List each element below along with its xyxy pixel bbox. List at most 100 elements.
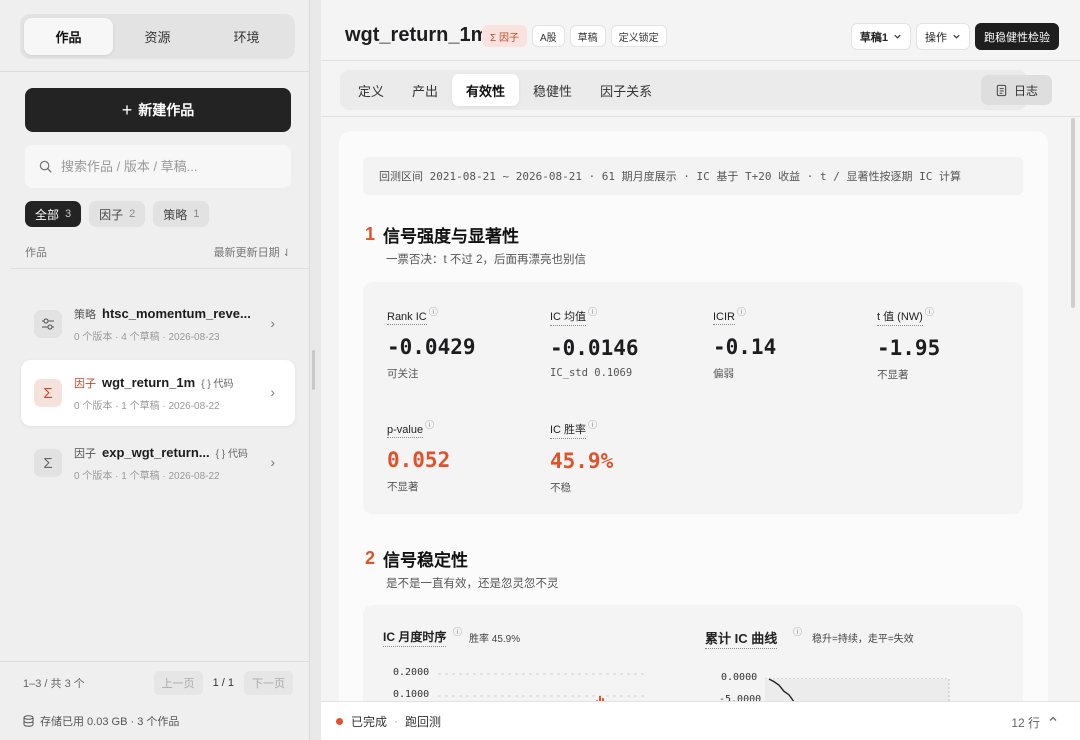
status-state: 已完成 <box>351 714 388 729</box>
metric-label: p-value <box>387 424 424 438</box>
item-name: wgt_return_1m <box>102 375 196 390</box>
metric-label: IC 均值 <box>550 308 587 326</box>
segment-resources[interactable]: 资源 <box>113 18 202 55</box>
tab-effectiveness[interactable]: 有效性 <box>452 74 520 106</box>
info-icon[interactable]: ⓘ <box>429 307 438 317</box>
metric-value: 45.9% <box>550 449 614 473</box>
segment-environment[interactable]: 环境 <box>202 18 291 55</box>
operations-label: 操作 <box>925 31 947 44</box>
chevron-right-icon: › <box>270 315 275 331</box>
header-actions: 草稿1 操作 跑稳健性检验 <box>850 23 1059 50</box>
section-heading: 1 信号强度与显著性 <box>365 222 519 247</box>
section-subtitle: 一票否决：t 不过 2，后面再漂亮也别信 <box>386 254 586 266</box>
info-icon[interactable]: ⓘ <box>737 307 746 317</box>
page-title: wgt_return_1m <box>345 24 489 46</box>
tab-definition[interactable]: 定义 <box>344 74 398 106</box>
scrollbar[interactable] <box>1071 118 1075 308</box>
info-icon[interactable]: ⓘ <box>925 307 934 317</box>
list-header: 作品 最新更新日期 ⇃ <box>25 244 291 260</box>
metric-icir: ICIR ⓘ -0.14 偏弱 <box>713 305 863 381</box>
section-title: 信号强度与显著性 <box>383 227 520 246</box>
chevron-down-icon <box>953 34 960 39</box>
draft-select-label: 草稿1 <box>859 31 888 44</box>
storage-info: 存储已用 0.03 GB · 3 个作品 <box>23 713 179 729</box>
search-input[interactable] <box>61 159 261 174</box>
backtest-note: 回测区间 2021-08-21 ~ 2026-08-21 · 61 期月度展示 … <box>363 157 1023 195</box>
metric-value: 0.052 <box>387 448 451 472</box>
range-band <box>765 679 949 701</box>
chart-title: IC 月度时序 <box>383 628 447 647</box>
info-icon[interactable]: ⓘ <box>588 307 597 317</box>
new-work-button[interactable]: + 新建作品 <box>25 88 291 132</box>
section-number: 2 <box>365 548 376 568</box>
row-count[interactable]: 12 行 <box>1011 714 1058 731</box>
metric-value: -0.0429 <box>387 335 476 359</box>
plus-icon: + <box>121 100 133 120</box>
resize-handle[interactable] <box>312 350 315 390</box>
filter-strategy[interactable]: 策略 1 <box>153 201 210 227</box>
status-dot <box>336 717 343 725</box>
segment-works[interactable]: 作品 <box>24 18 113 55</box>
info-icon[interactable]: ⓘ <box>588 420 597 430</box>
operations-menu[interactable]: 操作 <box>916 23 970 50</box>
tab-robustness[interactable]: 稳健性 <box>519 74 586 106</box>
chevron-down-icon <box>894 34 901 39</box>
sigma-icon: Σ <box>34 379 62 407</box>
next-page-button[interactable]: 下一页 <box>244 671 293 695</box>
chevron-up-icon <box>1049 716 1057 721</box>
tab-output[interactable]: 产出 <box>398 74 452 106</box>
log-button[interactable]: 日志 <box>981 75 1053 105</box>
page-current: 1 / 1 <box>213 677 234 689</box>
section-subtitle: 是不是一直有效，还是忽灵忽不灵 <box>386 578 559 590</box>
filter-factor[interactable]: 因子 2 <box>89 201 146 227</box>
item-type: 策略 <box>74 308 96 321</box>
chart-title: 累计 IC 曲线 <box>705 628 778 649</box>
main-area: wgt_return_1m Σ 因子 A股 草稿 定义锁定 草稿1 操作 跑稳健… <box>321 0 1080 740</box>
section-number: 1 <box>365 224 376 244</box>
code-badge: { } 代码 <box>201 379 234 390</box>
chart-subtitle: 稳升=持续，走平=失效 <box>812 634 914 645</box>
item-type: 因子 <box>74 377 96 390</box>
info-icon[interactable]: ⓘ <box>793 625 802 638</box>
info-icon[interactable]: ⓘ <box>425 420 434 430</box>
tab-bar: 定义 产出 有效性 稳健性 因子关系 <box>340 70 1027 110</box>
robustness-check-button[interactable]: 跑稳健性检验 <box>975 23 1059 50</box>
item-meta: 0 个版本 · 4 个草稿 · 2026-08-23 <box>74 331 220 343</box>
info-icon[interactable]: ⓘ <box>453 625 462 638</box>
metric-p-value: p-value ⓘ 0.052 不显著 <box>387 418 537 494</box>
content-panel: 回测区间 2021-08-21 ~ 2026-08-21 · 61 期月度展示 … <box>339 131 1048 740</box>
list-item[interactable]: 策略 htsc_momentum_reve... 0 个版本 · 4 个草稿 · … <box>21 291 295 357</box>
chart-subtitle: 胜率 45.9% <box>469 634 521 645</box>
list-header-label: 作品 <box>25 247 47 259</box>
tab-factor-relations[interactable]: 因子关系 <box>586 74 666 106</box>
section-title: 信号稳定性 <box>383 551 469 570</box>
status-bar: 已完成 · 跑回测 12 行 <box>321 701 1080 740</box>
tag-draft: 草稿 <box>569 25 606 47</box>
y-tick-label: 0.2000 <box>393 667 430 678</box>
draft-select[interactable]: 草稿1 <box>850 23 911 50</box>
divider <box>0 661 309 662</box>
metric-value: -0.14 <box>713 335 777 359</box>
filter-count: 1 <box>193 208 200 220</box>
metric-label: IC 胜率 <box>550 421 587 439</box>
storage-text: 存储已用 0.03 GB · 3 个作品 <box>40 716 180 728</box>
item-name: htsc_momentum_reve... <box>102 306 251 321</box>
log-icon <box>996 84 1007 96</box>
tag-factor: Σ 因子 <box>482 25 527 47</box>
metric-ic-mean: IC 均值 ⓘ -0.0146 IC_std 0.1069 <box>550 305 700 379</box>
list-item[interactable]: Σ 因子 exp_wgt_return... { } 代码 0 个版本 · 1 个草… <box>21 430 295 496</box>
y-tick-label: 0.0000 <box>721 672 758 683</box>
title-tags: Σ 因子 A股 草稿 定义锁定 <box>482 25 667 47</box>
code-badge: { } 代码 <box>215 449 248 460</box>
metric-desc: 可关注 <box>387 368 419 380</box>
filter-all[interactable]: 全部 3 <box>25 201 82 227</box>
divider <box>0 71 309 72</box>
metric-desc: 不显著 <box>387 481 419 493</box>
sort-control[interactable]: 最新更新日期 ⇃ <box>214 244 291 260</box>
metric-rank-ic: Rank IC ⓘ -0.0429 可关注 <box>387 305 537 381</box>
page-number: 1 <box>212 677 219 689</box>
prev-page-button[interactable]: 上一页 <box>153 671 203 695</box>
list-item-selected[interactable]: Σ 因子 wgt_return_1m { } 代码 0 个版本 · 1 个草稿 · … <box>21 360 295 426</box>
sidebar: 作品 资源 环境 + 新建作品 全部 3 因子 2 策略 1 作品 最新更新日期⇃ 策… <box>0 0 310 740</box>
tag-market: A股 <box>531 25 565 47</box>
